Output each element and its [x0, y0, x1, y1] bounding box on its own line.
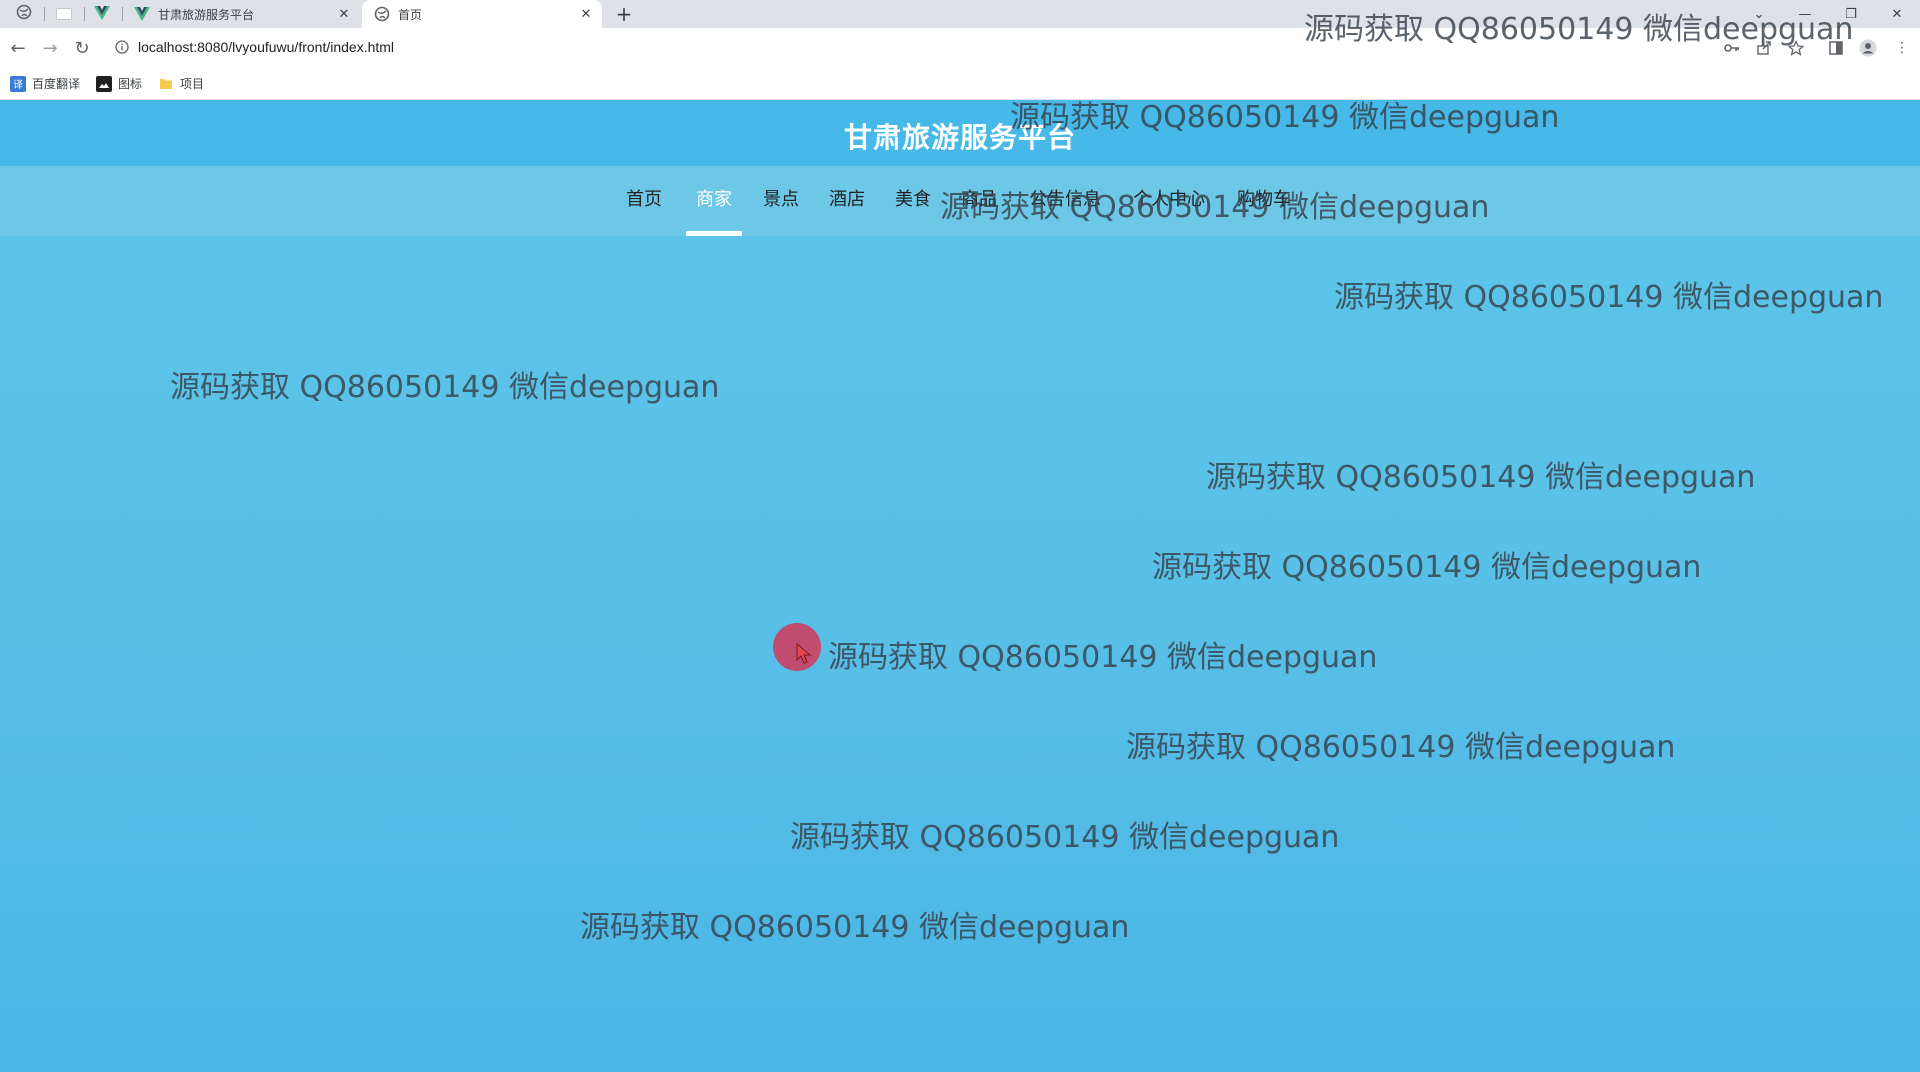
bookmark-label: 百度翻译	[32, 77, 81, 91]
watermark-text: 源码获取 QQ86050149 微信deepguan	[1304, 12, 1854, 47]
globe-icon	[374, 6, 390, 22]
pinned-tab-vue[interactable]	[84, 0, 120, 28]
tab-travel-platform[interactable]: 甘肃旅游服务平台 ✕	[124, 0, 360, 28]
mouse-pointer-icon	[796, 643, 812, 664]
watermark-text: 源码获取 QQ86050149 微信deepguan	[1334, 280, 1884, 315]
close-icon[interactable]: ✕	[578, 6, 594, 22]
vue-logo-icon	[94, 5, 110, 24]
nav-home[interactable]: 首页	[618, 166, 670, 236]
forward-arrow-icon[interactable]: →	[36, 34, 64, 62]
new-tab-button[interactable]: +	[612, 2, 636, 26]
watermark-text: 源码获取 QQ86050149 微信deepguan	[1152, 550, 1702, 585]
menu-kebab-icon[interactable]: ⋮	[1890, 36, 1914, 60]
tab-home[interactable]: 首页 ✕	[362, 0, 602, 28]
translate-icon: 译	[10, 75, 26, 92]
folder-icon	[158, 76, 174, 92]
watermark-text: 源码获取 QQ86050149 微信deepguan	[580, 910, 1130, 945]
pinned-tab-globe[interactable]	[6, 0, 42, 28]
nav-hotels[interactable]: 酒店	[820, 166, 874, 236]
watermark-text: 源码获取 QQ86050149 微信deepguan	[790, 820, 1340, 855]
site-header: 甘肃旅游服务平台	[0, 100, 1920, 166]
bookmark-icons[interactable]: 图标	[96, 75, 142, 92]
nav-merchants[interactable]: 商家	[686, 166, 742, 236]
globe-icon	[16, 4, 32, 24]
bookmark-label: 图标	[118, 77, 143, 91]
site-info-icon[interactable]	[114, 39, 130, 55]
bookmark-baidu-translate[interactable]: 译 百度翻译	[10, 75, 80, 92]
close-window-icon[interactable]: ✕	[1874, 0, 1920, 28]
image-icon	[96, 75, 113, 92]
watermark-text: 源码获取 QQ86050149 微信deepguan	[940, 190, 1490, 225]
profile-avatar-icon[interactable]	[1856, 36, 1880, 60]
bookmarks-bar: 译 百度翻译 图标 项目	[0, 68, 1920, 100]
bookmark-label: 项目	[180, 77, 205, 91]
watermark-text: 源码获取 QQ86050149 微信deepguan	[828, 640, 1378, 675]
watermark-text: 源码获取 QQ86050149 微信deepguan	[170, 370, 720, 405]
nav-food[interactable]: 美食	[886, 166, 940, 236]
back-arrow-icon[interactable]: ←	[4, 34, 32, 62]
close-icon[interactable]: ✕	[336, 6, 352, 22]
blank-page-icon	[56, 5, 72, 24]
watermark-text: 源码获取 QQ86050149 微信deepguan	[1206, 460, 1756, 495]
watermark-text: 源码获取 QQ86050149 微信deepguan	[1126, 730, 1676, 765]
url-text[interactable]: localhost:8080/lvyoufuwu/front/index.htm…	[138, 39, 394, 55]
nav-attractions[interactable]: 景点	[754, 166, 808, 236]
tab-title: 首页	[398, 7, 423, 22]
pinned-tab-blank[interactable]	[46, 0, 82, 28]
vue-logo-icon	[134, 6, 150, 22]
reload-icon[interactable]: ↻	[68, 34, 96, 62]
watermark-text: 源码获取 QQ86050149 微信deepguan	[1010, 100, 1560, 135]
tab-title: 甘肃旅游服务平台	[158, 7, 255, 22]
bookmark-folder-project[interactable]: 项目	[158, 75, 204, 92]
